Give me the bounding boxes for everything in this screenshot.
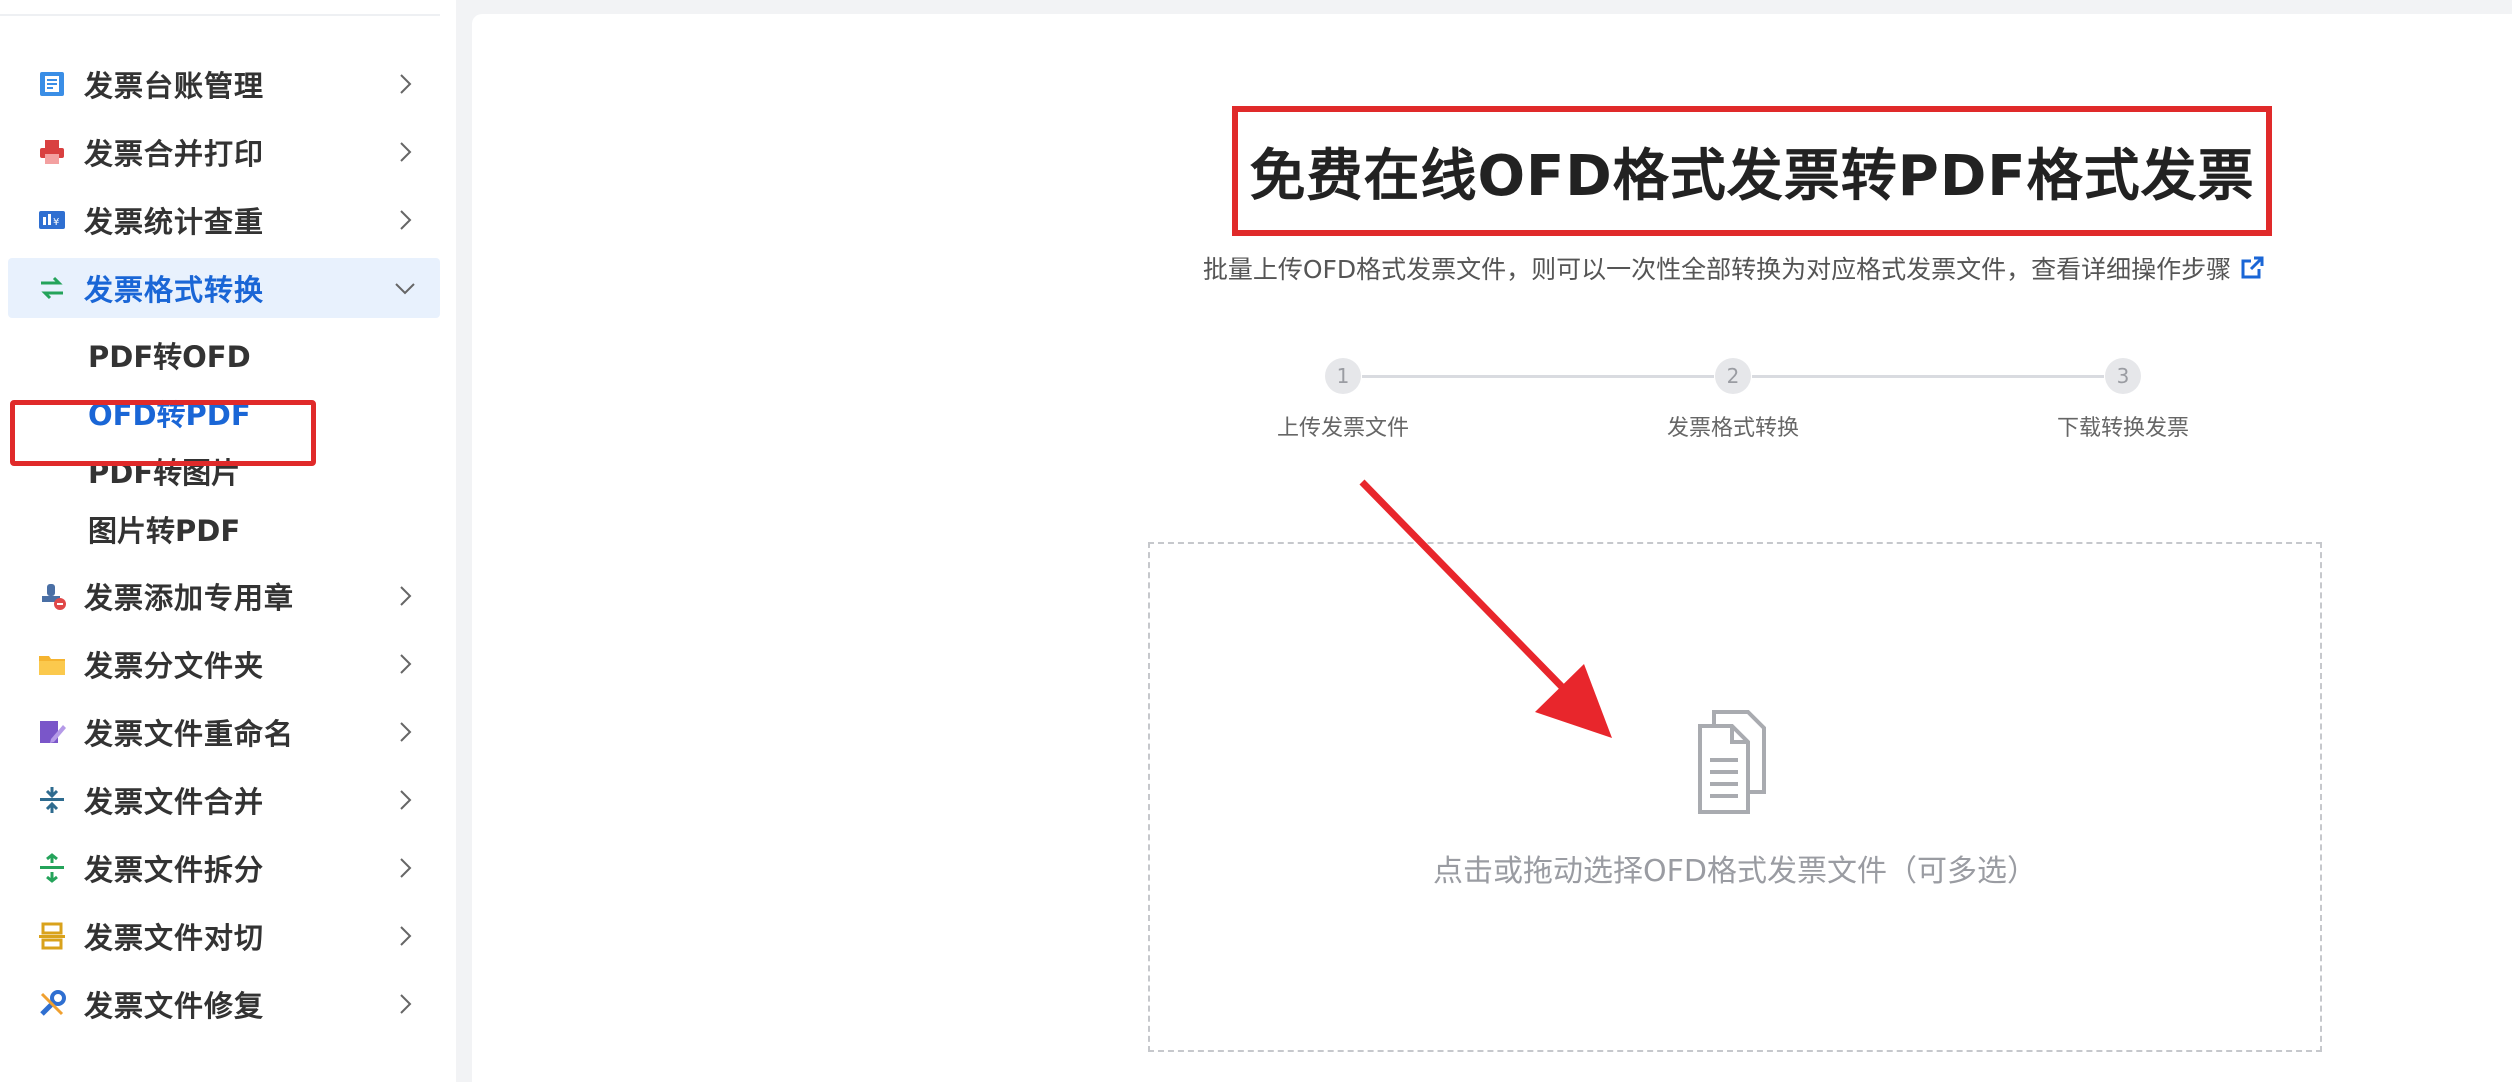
sidebar-item-stamp[interactable]: 发票添加专用章 [8, 566, 440, 626]
sidebar-item-label: 发票统计查重 [84, 205, 265, 239]
sidebar-item-label: 发票格式转换 [84, 273, 265, 307]
sidebar-item-folder[interactable]: 发票分文件夹 [8, 634, 440, 694]
chevron-right-icon [400, 654, 412, 674]
submenu-item-ofd-to-pdf[interactable]: OFD转PDF [8, 384, 440, 442]
sidebar-item-label: 发票添加专用章 [84, 581, 295, 615]
upload-hint: 点击或拖动选择OFD格式发票文件（可多选） [1433, 854, 2037, 889]
sidebar-divider [0, 14, 440, 16]
folder-icon [36, 648, 68, 680]
split-icon [36, 852, 68, 884]
sidebar-item-label: 发票文件重命名 [84, 717, 295, 751]
sidebar-item-split[interactable]: 发票文件拆分 [8, 838, 440, 898]
chevron-right-icon [400, 926, 412, 946]
sidebar-menu: 发票台账管理 发票合并打印 ¥ 发票统计查重 发票格式转换 PDF转OFD OF… [8, 54, 440, 1042]
ledger-icon [36, 68, 68, 100]
external-link-icon[interactable] [2239, 255, 2265, 281]
stamp-icon [36, 580, 68, 612]
step-label: 发票格式转换 [1666, 416, 1800, 441]
sidebar-item-statistics[interactable]: ¥ 发票统计查重 [8, 190, 440, 250]
cut-icon [36, 920, 68, 952]
submenu-item-pdf-to-ofd[interactable]: PDF转OFD [8, 326, 440, 384]
convert-submenu: PDF转OFD OFD转PDF PDF转图片 图片转PDF [8, 326, 440, 558]
merge-icon [36, 784, 68, 816]
sidebar-item-repair[interactable]: 发票文件修复 [8, 974, 440, 1034]
sidebar-item-ledger[interactable]: 发票台账管理 [8, 54, 440, 114]
step-number: 3 [2105, 358, 2141, 394]
step-label: 上传发票文件 [1276, 416, 1410, 441]
submenu-item-pdf-to-image[interactable]: PDF转图片 [8, 442, 440, 500]
repair-icon [36, 988, 68, 1020]
subtitle-text: 批量上传OFD格式发票文件，则可以一次性全部转换为对应格式发票文件，查看详细操作… [1202, 255, 2232, 284]
sidebar-item-print[interactable]: 发票合并打印 [8, 122, 440, 182]
document-icon [1698, 710, 1766, 814]
chevron-right-icon [400, 586, 412, 606]
chevron-right-icon [400, 858, 412, 878]
sidebar-item-label: 发票合并打印 [84, 137, 265, 171]
step-label: 下载转换发票 [2056, 416, 2190, 441]
chevron-right-icon [400, 74, 412, 94]
svg-text:¥: ¥ [53, 217, 59, 228]
chevron-right-icon [400, 994, 412, 1014]
sidebar-item-label: 发票分文件夹 [84, 649, 265, 683]
sidebar-item-label: 发票文件修复 [84, 989, 265, 1023]
chevron-right-icon [400, 210, 412, 230]
submenu-item-image-to-pdf[interactable]: 图片转PDF [8, 500, 440, 558]
printer-icon [36, 136, 68, 168]
statistics-icon: ¥ [36, 204, 68, 236]
page-title: 免费在线OFD格式发票转PDF格式发票 [1249, 143, 2255, 209]
sidebar-item-label: 发票台账管理 [84, 69, 265, 103]
sidebar: 发票台账管理 发票合并打印 ¥ 发票统计查重 发票格式转换 PDF转OFD OF… [0, 0, 456, 1082]
sidebar-item-rename[interactable]: 发票文件重命名 [8, 702, 440, 762]
convert-icon [36, 272, 68, 304]
chevron-right-icon [400, 142, 412, 162]
sidebar-item-merge[interactable]: 发票文件合并 [8, 770, 440, 830]
rename-icon [36, 716, 68, 748]
sidebar-item-cut[interactable]: 发票文件对切 [8, 906, 440, 966]
step-connector [1362, 375, 1714, 378]
chevron-down-icon [395, 283, 415, 295]
step-number: 2 [1715, 358, 1751, 394]
sidebar-item-convert[interactable]: 发票格式转换 [8, 258, 440, 318]
step-number: 1 [1325, 358, 1361, 394]
chevron-right-icon [400, 722, 412, 742]
sidebar-item-label: 发票文件合并 [84, 785, 265, 819]
sidebar-item-label: 发票文件拆分 [84, 853, 265, 887]
sidebar-item-label: 发票文件对切 [84, 921, 265, 955]
step-connector [1752, 375, 2104, 378]
page-subtitle: 批量上传OFD格式发票文件，则可以一次性全部转换为对应格式发票文件，查看详细操作… [1124, 246, 2344, 290]
chevron-right-icon [400, 790, 412, 810]
